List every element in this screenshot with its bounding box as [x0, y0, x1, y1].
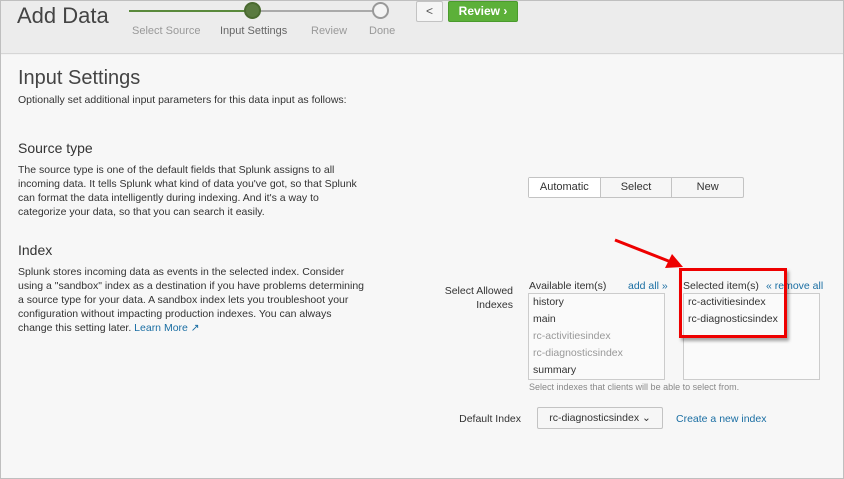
source-type-toggle: Automatic Select New	[528, 177, 744, 198]
source-type-heading: Source type	[18, 140, 93, 156]
add-all-link[interactable]: add all »	[628, 280, 668, 292]
step-done: Done	[369, 25, 396, 37]
top-bar: Add Data Select Source Input Settings Re…	[1, 1, 843, 54]
available-item-summary[interactable]: summary	[529, 362, 664, 379]
step-dot-current	[244, 2, 261, 19]
step-line-complete	[129, 10, 253, 12]
red-arrow-icon	[614, 238, 683, 268]
highlight-box	[679, 268, 787, 338]
back-button[interactable]: <	[416, 1, 443, 22]
select-allowed-indexes-label: Select Allowed Indexes	[444, 285, 513, 311]
available-items-header: Available item(s)	[529, 280, 607, 292]
source-type-new-button[interactable]: New	[672, 178, 743, 197]
step-input-settings: Input Settings	[220, 25, 288, 37]
step-review: Review	[311, 25, 348, 37]
source-type-select-button[interactable]: Select	[601, 178, 673, 197]
page-title: Input Settings	[18, 67, 141, 89]
default-index-dropdown[interactable]: rc-diagnosticsindex ⌄	[537, 407, 663, 429]
app-title: Add Data	[17, 3, 109, 28]
default-index-label: Default Index	[459, 413, 521, 425]
step-line-pending	[253, 10, 381, 12]
available-item-history[interactable]: history	[529, 294, 664, 311]
source-type-description: The source type is one of the default fi…	[18, 164, 357, 218]
available-item-rc-diagnosticsindex: rc-diagnosticsindex	[533, 347, 623, 359]
source-type-automatic-button[interactable]: Automatic	[529, 178, 601, 197]
step-dot-done	[372, 2, 389, 19]
available-item-main[interactable]: main	[529, 311, 664, 328]
available-items-list[interactable]: history main rc-activitiesindex rc-diagn…	[528, 293, 665, 380]
review-button[interactable]: Review ›	[448, 1, 518, 22]
create-new-index-link[interactable]: Create a new index	[676, 413, 766, 425]
indexes-hint: Select indexes that clients will be able…	[529, 382, 740, 392]
index-heading: Index	[18, 242, 53, 258]
available-item-rc-activitiesindex: rc-activitiesindex	[533, 330, 611, 342]
page-subtitle: Optionally set additional input paramete…	[18, 94, 347, 106]
index-description: Splunk stores incoming data as events in…	[18, 265, 368, 335]
learn-more-link[interactable]: Learn More ↗	[134, 322, 199, 334]
step-select-source: Select Source	[132, 25, 201, 37]
